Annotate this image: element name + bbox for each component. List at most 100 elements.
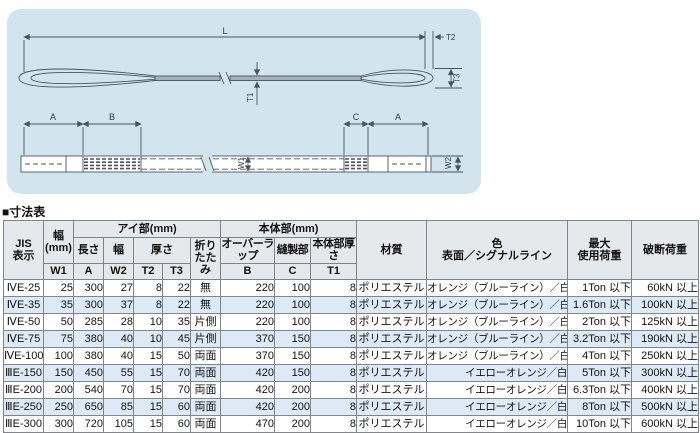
header-material: 材質 xyxy=(357,221,427,280)
spec-table: JIS 表示 幅 (mm) アイ部(mm) 本体部(mm) 材質 色 表面／シグ… xyxy=(3,220,699,433)
table-cell: 15 xyxy=(134,381,163,398)
table-cell: 両面 xyxy=(191,381,221,398)
table-cell: ⅣE-75 xyxy=(4,330,44,347)
table-cell: 220 xyxy=(221,279,275,296)
table-cell: ⅢE-250 xyxy=(4,398,44,415)
table-cell: 両面 xyxy=(191,415,221,432)
header-eye-length: 長さ xyxy=(74,238,104,264)
dim-label-T2: T2 xyxy=(446,33,456,42)
table-cell: 220 xyxy=(221,296,275,313)
table-cell: 100 xyxy=(275,313,311,330)
table-cell: 1.6Ton 以下 xyxy=(568,296,632,313)
table-cell: 28 xyxy=(104,313,134,330)
table-cell: 125kN 以上 xyxy=(632,313,699,330)
table-cell: 15 xyxy=(134,347,163,364)
table-cell: 無 xyxy=(191,296,221,313)
table-cell: 470 xyxy=(221,415,275,432)
table-cell: 8 xyxy=(311,381,357,398)
dim-L xyxy=(24,31,433,72)
table-cell: 300 xyxy=(44,415,74,432)
table-cell: 2Ton 以下 xyxy=(568,313,632,330)
header-sym-a: A xyxy=(74,263,104,279)
dim-label-T3: T3 xyxy=(453,73,462,83)
table-cell: 5Ton 以下 xyxy=(568,364,632,381)
header-sym-w2: W2 xyxy=(104,263,134,279)
table-cell: 50 xyxy=(44,313,74,330)
table-cell: 380 xyxy=(74,347,104,364)
header-sym-b: B xyxy=(221,263,275,279)
table-cell: 380 xyxy=(74,330,104,347)
table-cell: 600kN 以上 xyxy=(632,415,699,432)
table-cell: 720 xyxy=(74,415,104,432)
header-breaking-load: 破断荷重 xyxy=(632,221,699,280)
table-cell: 10 xyxy=(134,330,163,347)
table-cell: 15 xyxy=(134,364,163,381)
table-cell: ポリエステル xyxy=(357,330,427,347)
table-cell: 75 xyxy=(44,330,74,347)
table-cell: イエローオレンジ／白 xyxy=(427,415,568,432)
table-cell: 100 xyxy=(275,296,311,313)
table-cell: 250kN 以上 xyxy=(632,347,699,364)
dim-label-T1: T1 xyxy=(246,92,255,102)
table-cell: ポリエステル xyxy=(357,347,427,364)
table-cell: 両面 xyxy=(191,347,221,364)
table-cell: 35 xyxy=(163,313,191,330)
table-cell: 両面 xyxy=(191,364,221,381)
table-cell: 300 xyxy=(74,279,104,296)
belt-band xyxy=(155,76,361,81)
table-cell: 70 xyxy=(163,364,191,381)
table-cell: 35 xyxy=(44,296,74,313)
table-cell: ⅣE-25 xyxy=(4,279,44,296)
table-cell: 37 xyxy=(104,296,134,313)
table-cell: 両面 xyxy=(191,398,221,415)
header-color: 色 表面／シグナルライン xyxy=(427,221,568,280)
table-cell: 100kN 以上 xyxy=(632,296,699,313)
table-cell: 60kN 以上 xyxy=(632,279,699,296)
table-cell: ポリエステル xyxy=(357,364,427,381)
table-cell: 50 xyxy=(163,347,191,364)
table-cell: 45 xyxy=(163,330,191,347)
table-cell: 540 xyxy=(74,381,104,398)
table-cell: 420 xyxy=(221,381,275,398)
sling-diagram: L T2 T3 T1 A B C A W1 W2 xyxy=(7,9,481,194)
table-cell: ポリエステル xyxy=(357,313,427,330)
table-cell: 片側 xyxy=(191,313,221,330)
header-overlap: オーバーラップ xyxy=(221,238,275,264)
table-cell: 200 xyxy=(275,398,311,415)
table-cell: 55 xyxy=(104,364,134,381)
drawing-panel: L T2 T3 T1 A B C A W1 W2 xyxy=(7,9,481,194)
table-cell: 22 xyxy=(163,296,191,313)
table-cell: ⅣE-50 xyxy=(4,313,44,330)
table-cell: 8 xyxy=(311,364,357,381)
table-cell: 10Ton 以下 xyxy=(568,415,632,432)
table-cell: 220 xyxy=(221,313,275,330)
table-cell: 60 xyxy=(163,398,191,415)
table-cell: 370 xyxy=(221,330,275,347)
table-row: ⅣE-252530027822無2201008ポリエステルオレンジ（ブルーライン… xyxy=(4,279,699,296)
header-sewn: 縫製部 xyxy=(275,238,311,264)
table-cell: 40 xyxy=(104,347,134,364)
table-cell: 150 xyxy=(44,364,74,381)
table-row: ⅢE-200200540701570両面4202008ポリエステルイエローオレン… xyxy=(4,381,699,398)
table-cell: 無 xyxy=(191,279,221,296)
table-row: ⅣE-7575380401045片側3701508ポリエステルオレンジ（ブルーラ… xyxy=(4,330,699,347)
table-cell: オレンジ（ブルーライン）／白 xyxy=(427,330,568,347)
table-cell: ポリエステル xyxy=(357,296,427,313)
table-cell: ⅢE-150 xyxy=(4,364,44,381)
header-sym-c: C xyxy=(275,263,311,279)
header-sym-t1: T1 xyxy=(311,263,357,279)
dim-label-B: B xyxy=(109,112,115,122)
table-cell: 6.3Ton 以下 xyxy=(568,381,632,398)
table-cell: オレンジ（ブルーライン）／白 xyxy=(427,279,568,296)
table-cell: 22 xyxy=(163,279,191,296)
header-eye-group: アイ部(mm) xyxy=(74,221,221,238)
table-cell: ⅢE-300 xyxy=(4,415,44,432)
table-cell: 15 xyxy=(134,398,163,415)
table-row: ⅢE-150150450551570両面4201508ポリエステルイエローオレン… xyxy=(4,364,699,381)
table-cell: ⅣE-35 xyxy=(4,296,44,313)
table-cell: イエローオレンジ／白 xyxy=(427,398,568,415)
table-cell: 8 xyxy=(311,398,357,415)
table-cell: 190kN 以上 xyxy=(632,330,699,347)
header-max-load: 最大 使用荷重 xyxy=(568,221,632,280)
table-row: ⅣE-353530037822無2201008ポリエステルオレンジ（ブルーライン… xyxy=(4,296,699,313)
